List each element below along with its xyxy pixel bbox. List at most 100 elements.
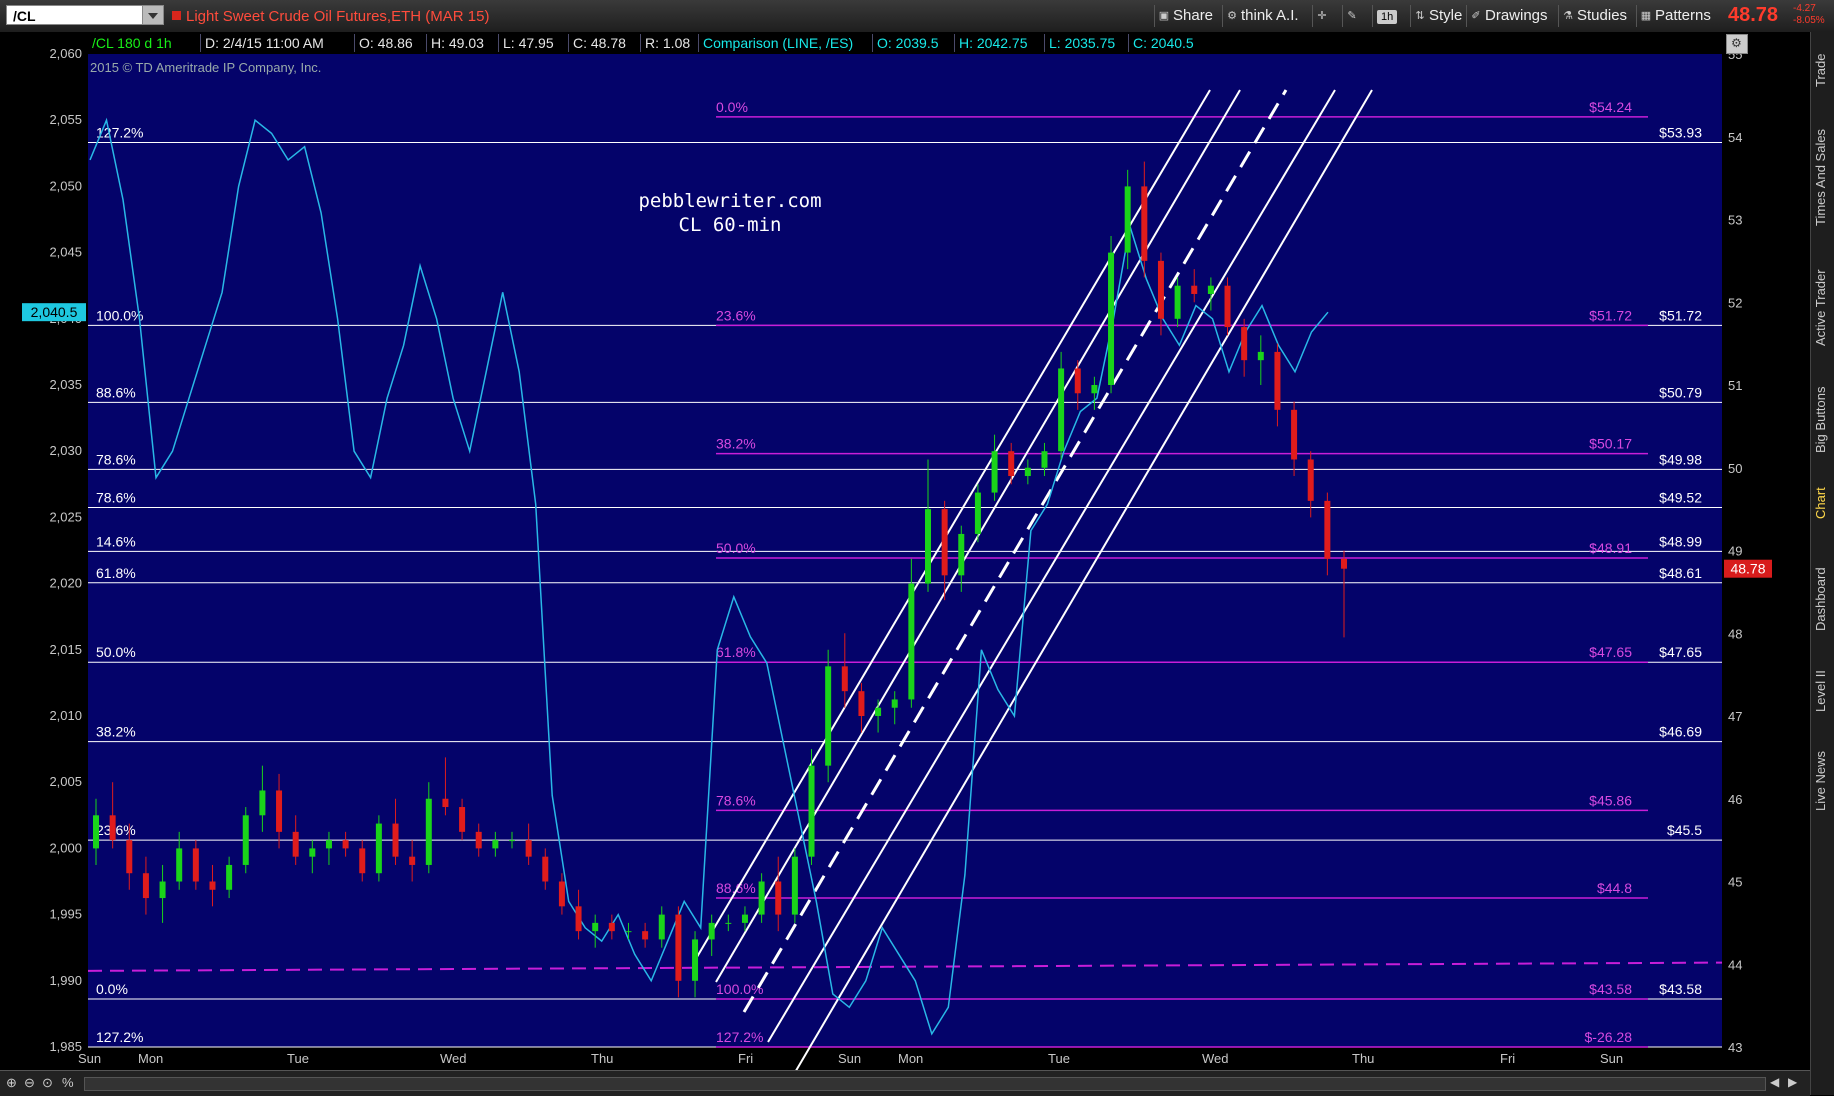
crosshair-button[interactable]: ✛ xyxy=(1312,5,1342,27)
info-cmp-close: C: 2040.5 xyxy=(1128,34,1198,52)
candle-body xyxy=(858,691,865,716)
think-ai-button[interactable]: ⚙ think A.I. xyxy=(1222,5,1303,27)
price-badge-text: 48.78 xyxy=(1730,561,1765,577)
symbol-text: /CL xyxy=(13,8,36,24)
magenta-fib-price: $47.65 xyxy=(1589,644,1632,660)
x-axis-label: Tue xyxy=(1048,1051,1070,1066)
magenta-fib-price: $50.17 xyxy=(1589,436,1632,452)
candle-body xyxy=(1291,409,1298,460)
candle-body xyxy=(1091,385,1098,394)
timeframe-badge: 1h xyxy=(1377,10,1398,24)
tab-dashboard[interactable]: Dashboard xyxy=(1813,552,1833,646)
zoom-in-icon[interactable]: ⊕ xyxy=(6,1075,17,1091)
chevron-down-icon[interactable] xyxy=(142,6,163,24)
magenta-fib-price: $54.24 xyxy=(1589,99,1632,115)
candle-body xyxy=(425,798,432,865)
share-icon: ▣ xyxy=(1158,10,1170,22)
left-axis-tick: 2,030 xyxy=(49,443,82,458)
flask-icon: ⚗ xyxy=(1563,10,1573,22)
copyright-watermark: 2015 © TD Ameritrade IP Company, Inc. xyxy=(90,60,322,75)
candle-body xyxy=(1307,459,1314,501)
candle-body xyxy=(259,790,266,816)
candle-body xyxy=(958,533,965,576)
drawings-button[interactable]: ✐ Drawings xyxy=(1466,5,1552,27)
candle-body xyxy=(941,509,948,576)
timeframe-button[interactable]: 1h xyxy=(1372,5,1408,27)
x-axis-label: Thu xyxy=(591,1051,613,1066)
candle-body xyxy=(109,815,116,841)
candle-body xyxy=(1024,467,1031,477)
magenta-fib-label: 61.8% xyxy=(716,644,756,660)
magenta-fib-price: $-26.28 xyxy=(1585,1029,1633,1045)
share-button[interactable]: ▣ Share xyxy=(1154,5,1217,27)
candle-body xyxy=(492,840,499,849)
annotation-line2: CL 60-min xyxy=(678,214,782,236)
price-chart[interactable]: 1,9851,9901,9952,0002,0052,0102,0152,020… xyxy=(0,32,1810,1070)
candle-body xyxy=(558,881,565,907)
candle-body xyxy=(708,922,715,940)
candle-body xyxy=(692,939,699,981)
candle-body xyxy=(292,831,299,857)
candle-body xyxy=(242,815,249,865)
white-fib-label: 38.2% xyxy=(96,724,136,740)
change-percent: -8.05% xyxy=(1793,15,1825,26)
info-range: R: 1.08 xyxy=(640,34,694,52)
studies-button[interactable]: ⚗ Studies xyxy=(1558,5,1631,27)
tab-level-ii[interactable]: Level II xyxy=(1813,658,1833,724)
tab-big-buttons[interactable]: Big Buttons xyxy=(1813,374,1833,466)
candle-body xyxy=(1124,186,1131,253)
white-fib-price: $47.65 xyxy=(1659,644,1702,660)
chart-settings-button[interactable]: ⚙ xyxy=(1726,34,1748,54)
magenta-fib-label: 38.2% xyxy=(716,436,756,452)
x-axis-label: Thu xyxy=(1352,1051,1374,1066)
candle-body xyxy=(459,807,466,832)
x-axis-label: Wed xyxy=(440,1051,467,1066)
candle-body xyxy=(1058,368,1065,452)
candle-body xyxy=(1224,285,1231,328)
candle-body xyxy=(791,856,798,915)
right-axis-tick: 49 xyxy=(1728,544,1742,559)
tab-trade[interactable]: Trade xyxy=(1813,40,1833,100)
candle-body xyxy=(126,840,133,874)
symbol-selector[interactable]: /CL xyxy=(6,5,164,25)
zoom-fit-icon[interactable]: ⊙ xyxy=(42,1075,53,1091)
tools-button[interactable]: ✎ xyxy=(1342,5,1370,27)
tab-chart[interactable]: Chart xyxy=(1813,478,1833,528)
candle-body xyxy=(159,881,166,899)
white-fib-price: $49.52 xyxy=(1659,489,1702,505)
info-cmp-open: O: 2039.5 xyxy=(872,34,943,52)
candle-body xyxy=(176,848,183,882)
percent-icon[interactable]: % xyxy=(62,1075,74,1090)
info-bar: /CL 180 d 1h D: 2/4/15 11:00 AM O: 48.86… xyxy=(88,32,1718,54)
right-axis-tick: 52 xyxy=(1728,295,1742,310)
horizontal-scrollbar[interactable] xyxy=(84,1077,1766,1091)
tab-times-and-sales[interactable]: Times And Sales xyxy=(1813,112,1833,242)
white-fib-price: $46.69 xyxy=(1659,724,1702,740)
candle-body xyxy=(725,922,732,924)
right-axis-tick: 46 xyxy=(1728,792,1742,807)
info-cmp-low: L: 2035.75 xyxy=(1044,34,1119,52)
candle-body xyxy=(442,798,449,808)
right-axis-tick: 43 xyxy=(1728,1040,1742,1055)
left-axis-tick: 2,000 xyxy=(49,840,82,855)
tab-live-news[interactable]: Live News xyxy=(1813,736,1833,826)
white-fib-price: $50.79 xyxy=(1659,384,1702,400)
scroll-left-icon[interactable]: ◀ xyxy=(1770,1075,1779,1089)
info-symbol-period: /CL 180 d 1h xyxy=(92,35,172,51)
tab-active-trader[interactable]: Active Trader xyxy=(1813,254,1833,362)
left-axis-tick: 1,995 xyxy=(49,907,82,922)
right-axis-tick: 48 xyxy=(1728,626,1742,641)
candle-body xyxy=(758,881,765,915)
candle-body xyxy=(1041,451,1048,468)
info-high: H: 49.03 xyxy=(426,34,488,52)
magenta-fib-label: 88.6% xyxy=(716,880,756,896)
right-axis-tick: 47 xyxy=(1728,709,1742,724)
candle-body xyxy=(93,815,99,849)
white-fib-label: 78.6% xyxy=(96,451,136,467)
patterns-button[interactable]: ▦ Patterns xyxy=(1636,5,1715,27)
style-button[interactable]: ⇅ Style xyxy=(1410,5,1466,27)
candle-body xyxy=(1074,368,1081,394)
info-low: L: 47.95 xyxy=(498,34,558,52)
zoom-out-icon[interactable]: ⊖ xyxy=(24,1075,35,1091)
scroll-right-icon[interactable]: ▶ xyxy=(1788,1075,1797,1089)
